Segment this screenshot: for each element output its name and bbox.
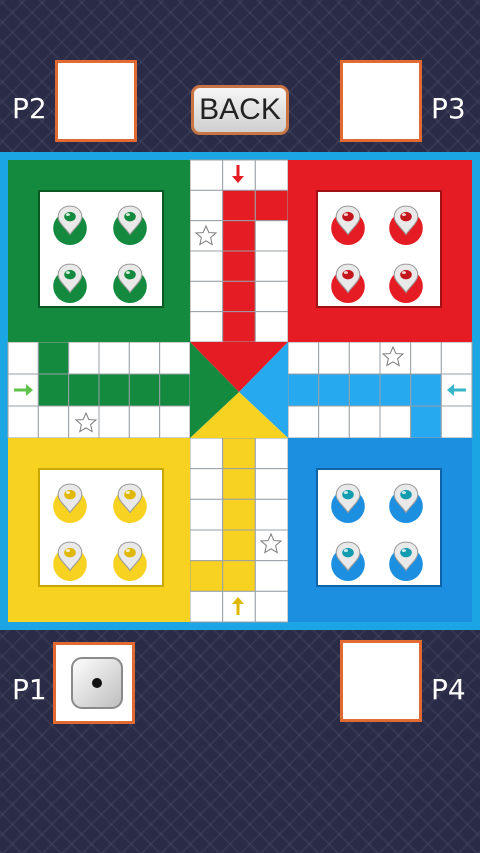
ludo-board [0, 152, 480, 630]
board-cell [254, 220, 289, 252]
board-cell [189, 498, 224, 531]
board-cell [189, 189, 224, 222]
board-cell [68, 341, 100, 375]
board-cell [7, 341, 39, 375]
board-cell [128, 341, 161, 375]
board-cell [98, 405, 130, 439]
board-cell [189, 159, 224, 191]
board-cell [222, 468, 256, 500]
board-cell [189, 250, 224, 282]
board-cell [222, 560, 256, 592]
board-cell [254, 560, 289, 592]
player-label-p2: P2 [12, 92, 47, 125]
board-cell [254, 159, 289, 191]
board-cell [254, 189, 289, 222]
board-cell [222, 311, 256, 343]
board-cell [222, 498, 256, 531]
board-cell [222, 250, 256, 282]
board-cell [287, 373, 320, 407]
board-cell [159, 341, 191, 375]
board-cell [287, 341, 320, 375]
player-slot-p2 [55, 60, 137, 142]
board-cell [222, 529, 256, 562]
board-cell [68, 373, 100, 407]
board-cell [159, 373, 191, 407]
board-cell [7, 405, 39, 439]
board-cell [254, 498, 289, 531]
board-cell [222, 220, 256, 252]
board-cell [440, 405, 473, 439]
board-cell [98, 373, 130, 407]
board-cell [254, 437, 289, 470]
board-cell [318, 405, 350, 439]
board-cell [98, 341, 130, 375]
board-cell [254, 468, 289, 500]
board-cell [222, 437, 256, 470]
board-cell [37, 373, 70, 407]
board-cell [348, 373, 381, 407]
player-label-p1: P1 [12, 673, 47, 706]
board-cell [318, 341, 350, 375]
board-cell [348, 341, 381, 375]
player-slot-p3 [340, 60, 422, 142]
board-cell [189, 311, 224, 343]
board-cell [159, 405, 191, 439]
board-cell [189, 560, 224, 592]
back-button[interactable]: BACK [191, 85, 289, 135]
board-cell [254, 311, 289, 343]
board-cell [440, 341, 473, 375]
dice-icon[interactable] [70, 656, 124, 710]
board-cell [128, 373, 161, 407]
board-cell [37, 341, 70, 375]
player-slot-p4 [340, 640, 422, 722]
board-cell [222, 189, 256, 222]
board-cell [189, 437, 224, 470]
board-cell [37, 405, 70, 439]
board-cell [410, 405, 442, 439]
board-cell [254, 590, 289, 623]
board-cell [410, 341, 442, 375]
board-cell [410, 373, 442, 407]
board-cell [189, 468, 224, 500]
player-label-p3: P3 [431, 92, 466, 125]
board-cell [318, 373, 350, 407]
board-cell [287, 405, 320, 439]
board-cell [379, 405, 412, 439]
board-cell [379, 373, 412, 407]
board-cell [189, 280, 224, 313]
board-cell [189, 590, 224, 623]
board-cell [254, 250, 289, 282]
board-cell [128, 405, 161, 439]
board-cell [348, 405, 381, 439]
board-cell [254, 280, 289, 313]
board-cell [189, 529, 224, 562]
player-label-p4: P4 [431, 673, 466, 706]
board-cell [222, 280, 256, 313]
